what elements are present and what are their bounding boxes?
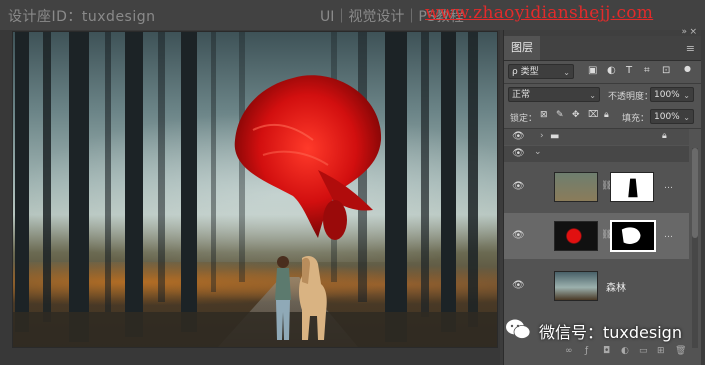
lock-icon: 🔒︎ <box>662 131 667 141</box>
lock-pixels-icon[interactable]: ✎ <box>556 110 564 120</box>
tree-trunk <box>211 32 216 292</box>
forest-ground <box>13 312 497 347</box>
chevron-down-icon: ⌄ <box>589 91 596 100</box>
layer-mask-thumbnail[interactable] <box>610 172 654 202</box>
opacity-value: 100% <box>654 90 680 100</box>
eye-icon[interactable]: 👁︎ <box>512 230 525 241</box>
lock-position-icon[interactable]: ✥ <box>572 110 580 120</box>
girl <box>275 256 291 340</box>
mask-shape <box>621 227 641 244</box>
tree-trunk <box>468 32 478 327</box>
wechat-watermark: 微信号：tuxdesign <box>505 316 695 344</box>
eye-icon[interactable]: 👁︎ <box>512 131 525 142</box>
tree-trunk <box>158 32 165 302</box>
adjustment-filter-icon[interactable]: ◐ <box>607 65 616 76</box>
new-group-icon[interactable]: ▭ <box>639 346 648 356</box>
chevron-down-icon: ⌄ <box>563 68 570 77</box>
layers-panel: » × 图层 ≡ ρ 类型 ⌄ ▣ ◐ T ⌗ ⊡ ● 正常 ⌄ 不透明度： 1… <box>503 27 701 365</box>
layer-horse-row[interactable]: 👁︎ ⛓︎ … <box>504 164 689 210</box>
text-filter-icon[interactable]: T <box>626 65 632 76</box>
chevron-down-icon[interactable]: ⌄ <box>534 147 542 157</box>
fish-layer-thumbnail <box>554 221 598 251</box>
horse-layer-thumbnail <box>554 172 598 202</box>
tab-layers[interactable]: 图层 <box>504 36 540 60</box>
tree-trunk <box>15 32 29 332</box>
layer-name[interactable]: 森林 <box>606 279 626 294</box>
filter-toggle-icon[interactable]: ● <box>684 64 691 73</box>
tree-trunk <box>105 32 111 312</box>
image-filter-icon[interactable]: ▣ <box>588 65 597 76</box>
top-watermark-bar: 设计座ID：tuxdesign UI｜视觉设计｜PS教程 www.zhaoyid… <box>0 0 705 30</box>
new-layer-icon[interactable]: ⊞ <box>657 346 665 356</box>
fill-label: 填充： <box>622 114 650 124</box>
filter-row: ρ 类型 ⌄ ▣ ◐ T ⌗ ⊡ ● <box>504 62 701 82</box>
blend-mode-value: 正常 <box>512 90 531 100</box>
eye-icon[interactable]: 👁︎ <box>512 181 525 192</box>
filter-type-select[interactable]: ρ 类型 ⌄ <box>508 64 574 79</box>
wechat-id-text: 微信号：tuxdesign <box>539 323 682 342</box>
layer-group-row[interactable]: 👁︎ ⌄ <box>504 146 689 162</box>
watermark-site-text: 设计座ID：tuxdesign <box>8 9 156 25</box>
opacity-field[interactable]: 100% ⌄ <box>650 87 694 102</box>
mask-shape <box>628 178 638 198</box>
tree-trunk <box>43 32 51 322</box>
lock-label: 锁定： <box>510 114 538 124</box>
divider <box>504 83 701 84</box>
tree-trunk <box>69 32 89 342</box>
opacity-label: 不透明度： <box>608 92 654 102</box>
panel-tab-row: 图层 ≡ <box>504 36 701 61</box>
tree-trunk <box>421 32 429 317</box>
add-mask-icon[interactable]: ◘ <box>603 346 610 356</box>
more-icon[interactable]: … <box>664 230 673 240</box>
document-workspace <box>0 30 500 365</box>
smart-object-filter-icon[interactable]: ⊡ <box>662 65 670 76</box>
forest-layer-thumbnail <box>554 271 598 301</box>
lock-all-icon[interactable]: 🔒︎ <box>604 110 609 120</box>
blend-row: 正常 ⌄ 不透明度： 100% ⌄ <box>504 85 701 105</box>
tree-trunk <box>181 32 197 332</box>
hamburger-icon[interactable]: ≡ <box>686 42 695 55</box>
folder-icon: ▬ <box>550 131 560 142</box>
adjustment-layer-icon[interactable]: ◐ <box>621 346 629 356</box>
chevron-right-icon[interactable]: › <box>540 131 544 141</box>
panel-bottom-toolbar: ∞ ƒ ◘ ◐ ▭ ⊞ 🗑︎ <box>505 346 695 360</box>
eye-icon[interactable]: 👁︎ <box>512 280 525 291</box>
lock-artboard-icon[interactable]: ⌧ <box>588 110 598 120</box>
layer-forest-row[interactable]: 👁︎ 森林 <box>504 263 689 309</box>
lock-row: 锁定： ⊠ ✎ ✥ ⌧ 🔒︎ 填充： 100% ⌄ <box>504 107 701 127</box>
lock-transparent-icon[interactable]: ⊠ <box>540 110 548 120</box>
red-betta-fish <box>234 75 382 240</box>
link-layers-icon[interactable]: ∞ <box>565 346 573 356</box>
blend-mode-select[interactable]: 正常 ⌄ <box>508 87 600 102</box>
delete-layer-icon[interactable]: 🗑︎ <box>675 346 686 356</box>
document-canvas[interactable] <box>13 32 497 347</box>
shape-filter-icon[interactable]: ⌗ <box>644 65 650 76</box>
chevron-down-icon: ⌄ <box>683 113 690 122</box>
fill-value: 100% <box>654 112 680 122</box>
eye-icon[interactable]: 👁︎ <box>512 148 525 159</box>
scrollbar-thumb[interactable] <box>692 148 698 238</box>
layer-fish-row[interactable]: 👁︎ ⛓︎ … <box>504 213 689 259</box>
chevron-down-icon: ⌄ <box>683 91 690 100</box>
tree-trunk <box>441 32 456 332</box>
more-icon[interactable]: … <box>664 181 673 191</box>
wechat-icon <box>506 319 531 339</box>
watermark-url[interactable]: www.zhaoyidianshejj.com <box>425 3 653 23</box>
layer-group-row[interactable]: 👁︎ › ▬ 🔒︎ <box>504 129 689 145</box>
fill-field[interactable]: 100% ⌄ <box>650 109 694 124</box>
filter-type-value: ρ 类型 <box>512 67 539 77</box>
layer-mask-thumbnail[interactable] <box>610 220 656 252</box>
tree-trunk <box>125 32 143 337</box>
fx-icon[interactable]: ƒ <box>585 346 588 356</box>
